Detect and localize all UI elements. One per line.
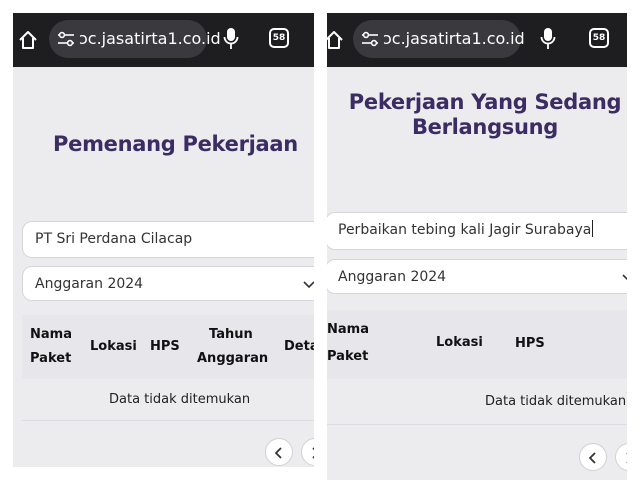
- col-hps: HPS: [150, 339, 180, 354]
- col-detail: Deta: [284, 339, 314, 354]
- browser-url-bar: ɔc.jasatirta1.co.id 58: [13, 13, 314, 67]
- site-settings-icon[interactable]: [57, 31, 75, 47]
- mic-icon[interactable]: [223, 27, 239, 51]
- year-select-value: Anggaran 2024: [338, 269, 447, 285]
- col-tahun-line1: Tahun: [209, 327, 253, 342]
- search-input-value: Perbaikan tebing kali Jagir Surabaya: [338, 222, 592, 238]
- col-lokasi: Lokasi: [90, 339, 137, 354]
- table-row: Data tidak ditemukan: [22, 379, 314, 421]
- prev-page-button[interactable]: [265, 438, 293, 466]
- search-input[interactable]: Perbaikan tebing kali Jagir Surabaya: [327, 212, 627, 250]
- col-nama-paket-line2: Paket: [327, 349, 369, 364]
- year-select[interactable]: Anggaran 2024: [327, 259, 627, 294]
- left-screenshot: ɔc.jasatirta1.co.id 58 Pemenang Pekerjaa…: [13, 13, 314, 467]
- search-input-value: PT Sri Perdana Cilacap: [35, 231, 193, 247]
- col-nama-paket-line1: Nama: [327, 322, 369, 337]
- page-title-line1: Pekerjaan Yang Sedang: [348, 90, 622, 114]
- next-page-button[interactable]: [301, 438, 314, 466]
- next-page-button[interactable]: [615, 443, 627, 471]
- chevron-right-icon: [626, 453, 627, 463]
- home-icon[interactable]: [327, 29, 345, 51]
- chevron-down-icon: [303, 281, 314, 289]
- chevron-left-icon: [275, 447, 282, 459]
- prev-page-button[interactable]: [579, 443, 607, 471]
- address-pill[interactable]: ɔc.jasatirta1.co.id: [49, 20, 221, 58]
- col-lokasi: Lokasi: [436, 335, 483, 350]
- search-input[interactable]: PT Sri Perdana Cilacap: [22, 221, 314, 258]
- tab-count-icon[interactable]: 58: [269, 28, 289, 48]
- table-header: Nama Paket Lokasi HPS Tahun Anggaran Det…: [22, 315, 314, 379]
- home-icon[interactable]: [17, 29, 39, 51]
- year-select-value: Anggaran 2024: [35, 276, 144, 292]
- chevron-right-icon: [312, 447, 314, 459]
- browser-url-bar: ɔc.jasatirta1.co.id 58: [327, 13, 627, 67]
- empty-message: Data tidak ditemukan: [109, 392, 251, 407]
- col-nama-paket-line1: Nama: [30, 327, 72, 342]
- mic-icon[interactable]: [540, 27, 556, 51]
- table-row: Data tidak ditemukan: [327, 379, 627, 425]
- col-nama-paket-line2: Paket: [30, 351, 72, 366]
- table-header: Nama Paket Lokasi HPS: [327, 310, 627, 379]
- site-settings-icon[interactable]: [361, 31, 379, 47]
- page-title-line2: Berlangsung: [411, 115, 559, 139]
- col-tahun-line2: Anggaran: [197, 351, 269, 366]
- year-select[interactable]: Anggaran 2024: [22, 266, 314, 301]
- chevron-left-icon: [589, 452, 596, 464]
- tab-count-icon[interactable]: 58: [589, 28, 609, 48]
- address-pill[interactable]: ɔc.jasatirta1.co.id: [353, 20, 525, 58]
- url-text[interactable]: ɔc.jasatirta1.co.id: [79, 29, 221, 48]
- empty-message: Data tidak ditemukan: [485, 394, 627, 409]
- url-text[interactable]: ɔc.jasatirta1.co.id: [383, 29, 525, 48]
- page-title: Pemenang Pekerjaan: [53, 132, 298, 156]
- text-cursor: [592, 220, 594, 237]
- chevron-down-icon: [622, 274, 627, 281]
- page-title: Pekerjaan Yang Sedang Berlangsung: [327, 90, 627, 140]
- right-screenshot: ɔc.jasatirta1.co.id 58 Pekerjaan Yang Se…: [327, 13, 627, 480]
- col-hps: HPS: [515, 336, 545, 351]
